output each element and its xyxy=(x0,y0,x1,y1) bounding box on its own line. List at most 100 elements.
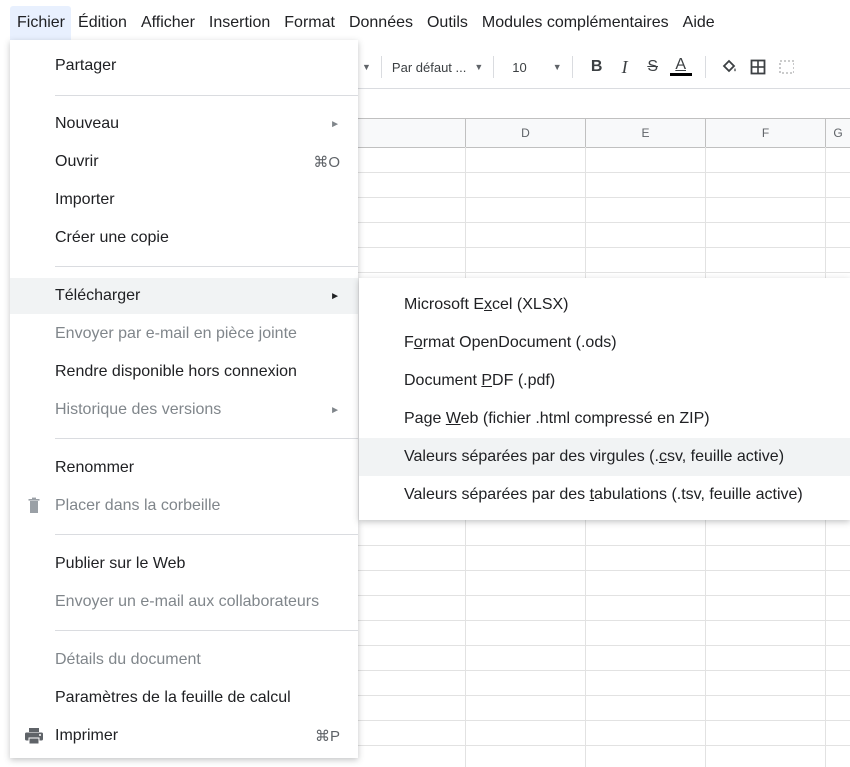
menu-format[interactable]: Format xyxy=(277,6,342,40)
toolbar: ▼ Par défaut ... ▼ 10 ▼ B I S A xyxy=(358,46,850,89)
toolbar-divider xyxy=(704,56,706,78)
menu-item-label: Document PDF (.pdf) xyxy=(404,372,556,389)
menu-donnees[interactable]: Données xyxy=(342,6,420,40)
menu-item-email-collaborators[interactable]: Envoyer un e-mail aux collaborateurs xyxy=(10,584,358,620)
menu-separator xyxy=(55,630,358,631)
menu-item-label: Valeurs séparées par des virgules (.csv,… xyxy=(404,448,785,465)
download-html[interactable]: Page Web (fichier .html compressé en ZIP… xyxy=(359,400,850,438)
menu-item-new[interactable]: Nouveau ► xyxy=(10,106,358,142)
menu-item-label: Envoyer un e-mail aux collaborateurs xyxy=(55,593,320,610)
chevron-down-icon: ▼ xyxy=(474,62,484,72)
menu-item-label: Partager xyxy=(55,57,117,74)
toolbar-divider xyxy=(380,56,382,78)
download-csv[interactable]: Valeurs séparées par des virgules (.csv,… xyxy=(359,438,850,476)
font-size-dropdown[interactable]: 10 ▼ xyxy=(504,60,561,75)
menu-item-label: Envoyer par e-mail en pièce jointe xyxy=(55,325,297,342)
menu-item-label: Détails du document xyxy=(55,651,201,668)
download-tsv[interactable]: Valeurs séparées par des tabulations (.t… xyxy=(359,476,850,514)
download-submenu: Microsoft Excel (XLSX) Format OpenDocume… xyxy=(359,278,850,520)
menu-item-make-copy[interactable]: Créer une copie xyxy=(10,220,358,256)
menu-item-print[interactable]: Imprimer ⌘P xyxy=(10,718,358,754)
menu-separator xyxy=(55,438,358,439)
formula-bar[interactable] xyxy=(358,89,850,117)
printer-icon xyxy=(24,727,44,745)
column-header-g[interactable]: G xyxy=(826,118,850,148)
column-header-f[interactable]: F xyxy=(706,118,826,148)
menu-item-label: Rendre disponible hors connexion xyxy=(55,363,297,380)
merge-cells-icon[interactable] xyxy=(774,55,798,79)
menu-item-label: Télécharger xyxy=(55,287,141,304)
grid-line xyxy=(358,197,850,198)
grid-line xyxy=(358,570,850,571)
menu-item-label: Page Web (fichier .html compressé en ZIP… xyxy=(404,410,710,427)
menu-item-label: Valeurs séparées par des tabulations (.t… xyxy=(404,486,803,503)
file-menu: Partager Nouveau ► Ouvrir ⌘O Importer Cr… xyxy=(10,40,358,758)
menu-item-offline[interactable]: Rendre disponible hors connexion xyxy=(10,354,358,390)
shortcut-label: ⌘O xyxy=(313,154,340,171)
grid-line xyxy=(358,720,850,721)
toolbar-divider xyxy=(571,56,573,78)
submenu-arrow-icon: ► xyxy=(330,404,340,416)
column-header-c[interactable] xyxy=(358,118,466,148)
column-header-e[interactable]: E xyxy=(586,118,706,148)
menu-separator xyxy=(55,266,358,267)
grid-line xyxy=(358,745,850,746)
menu-item-label: Publier sur le Web xyxy=(55,555,186,572)
menu-item-rename[interactable]: Renommer xyxy=(10,450,358,486)
grid-line xyxy=(358,695,850,696)
bold-button[interactable]: B xyxy=(585,55,609,79)
menu-separator xyxy=(55,95,358,96)
grid-line xyxy=(358,620,850,621)
grid-line xyxy=(358,172,850,173)
menu-edition[interactable]: Édition xyxy=(71,6,134,40)
menu-insertion[interactable]: Insertion xyxy=(202,6,277,40)
download-ods[interactable]: Format OpenDocument (.ods) xyxy=(359,324,850,362)
menu-outils[interactable]: Outils xyxy=(420,6,475,40)
download-pdf[interactable]: Document PDF (.pdf) xyxy=(359,362,850,400)
grid-line xyxy=(358,670,850,671)
menu-item-document-details[interactable]: Détails du document xyxy=(10,642,358,678)
download-xlsx[interactable]: Microsoft Excel (XLSX) xyxy=(359,286,850,324)
menu-fichier[interactable]: Fichier xyxy=(10,6,72,40)
menu-item-trash[interactable]: Placer dans la corbeille xyxy=(10,488,358,524)
text-color-letter: A xyxy=(675,56,686,73)
fill-color-icon[interactable] xyxy=(718,55,742,79)
menu-item-label: Importer xyxy=(55,191,115,208)
menu-afficher[interactable]: Afficher xyxy=(134,6,202,40)
menu-item-label: Format OpenDocument (.ods) xyxy=(404,334,617,351)
italic-button[interactable]: I xyxy=(613,55,637,79)
toolbar-divider xyxy=(493,56,495,78)
menu-item-label: Paramètres de la feuille de calcul xyxy=(55,689,291,706)
menu-item-spreadsheet-settings[interactable]: Paramètres de la feuille de calcul xyxy=(10,680,358,716)
menu-item-share[interactable]: Partager xyxy=(10,48,358,84)
grid-line xyxy=(358,247,850,248)
menu-item-download[interactable]: Télécharger ► xyxy=(10,278,358,314)
strikethrough-button[interactable]: S xyxy=(641,55,665,79)
text-color-swatch xyxy=(669,73,692,76)
menu-item-label: Historique des versions xyxy=(55,401,222,418)
grid-line xyxy=(358,545,850,546)
font-family-dropdown[interactable]: Par défaut ... ▼ xyxy=(392,60,483,75)
menu-item-label: Renommer xyxy=(55,459,135,476)
grid-line xyxy=(358,272,850,273)
menu-item-open[interactable]: Ouvrir ⌘O xyxy=(10,144,358,180)
menu-item-publish-web[interactable]: Publier sur le Web xyxy=(10,546,358,582)
font-size-value: 10 xyxy=(512,59,527,75)
submenu-arrow-icon: ► xyxy=(330,118,340,130)
menu-separator xyxy=(55,534,358,535)
column-header-d[interactable]: D xyxy=(466,118,586,148)
submenu-arrow-icon: ► xyxy=(330,290,340,302)
menu-item-label: Microsoft Excel (XLSX) xyxy=(404,296,569,313)
shortcut-label: ⌘P xyxy=(314,728,340,745)
text-color-button[interactable]: A xyxy=(669,55,693,79)
menu-item-label: Ouvrir xyxy=(55,153,99,170)
menu-item-import[interactable]: Importer xyxy=(10,182,358,218)
menu-item-label: Imprimer xyxy=(55,727,119,744)
trash-icon xyxy=(24,497,44,515)
dropdown-arrow-icon[interactable]: ▼ xyxy=(362,62,371,72)
menu-modules[interactable]: Modules complémentaires xyxy=(475,6,676,40)
menu-item-version-history[interactable]: Historique des versions ► xyxy=(10,392,358,428)
menu-aide[interactable]: Aide xyxy=(676,6,722,40)
borders-icon[interactable] xyxy=(746,55,770,79)
menu-item-email-attachment[interactable]: Envoyer par e-mail en pièce jointe xyxy=(10,316,358,352)
